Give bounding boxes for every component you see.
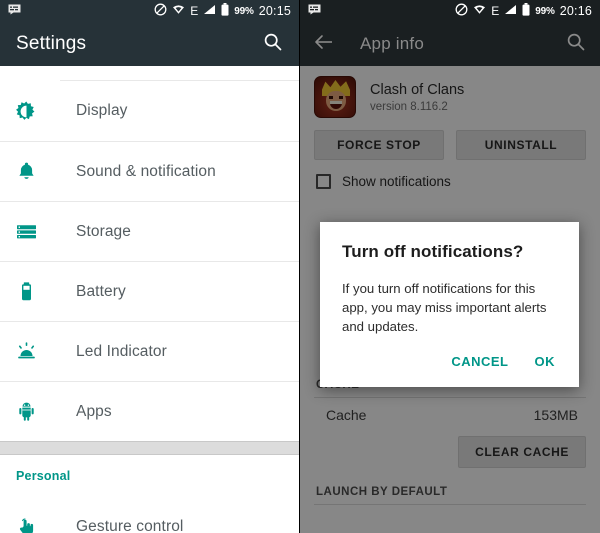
- dual-screenshot-container: E 99% 20:15 Settings Display Sound & not…: [0, 0, 600, 533]
- android-robot-icon: [16, 401, 50, 422]
- bell-icon: [16, 161, 50, 182]
- app-info-content: Clash of Clans version 8.116.2 FORCE STO…: [300, 66, 600, 533]
- sidebar-item-label: Gesture control: [76, 518, 184, 533]
- settings-app-bar: Settings: [0, 22, 299, 66]
- battery-percent-label: 99%: [535, 5, 555, 17]
- sidebar-item-gesture-control[interactable]: Gesture control: [0, 497, 299, 533]
- sidebar-item-label: Sound & notification: [76, 162, 216, 180]
- section-header-personal: Personal: [16, 469, 71, 483]
- status-bar-left: E 99% 20:15: [0, 0, 299, 22]
- sidebar-item-sound-notification[interactable]: Sound & notification: [0, 141, 299, 201]
- storage-icon: [16, 221, 50, 242]
- wifi-icon: [172, 4, 185, 18]
- do-not-disturb-icon: [455, 3, 468, 19]
- app-info-screen: E 99% 20:16 App info Clash of Clans vers…: [300, 0, 600, 533]
- message-bubble-icon: [8, 4, 21, 18]
- do-not-disturb-icon: [154, 3, 167, 19]
- back-arrow-icon[interactable]: [314, 33, 334, 56]
- ok-button[interactable]: OK: [535, 354, 556, 369]
- battery-icon: [16, 281, 50, 302]
- search-icon[interactable]: [566, 32, 586, 57]
- sidebar-item-storage[interactable]: Storage: [0, 201, 299, 261]
- signal-bars-icon: [504, 4, 517, 18]
- sidebar-item-label: Storage: [76, 222, 131, 240]
- sidebar-item-display[interactable]: Display: [0, 81, 299, 141]
- brightness-icon: [16, 101, 50, 122]
- network-type-label: E: [190, 4, 199, 18]
- search-icon[interactable]: [263, 32, 283, 57]
- settings-list[interactable]: Display Sound & notification Storage Bat…: [0, 66, 299, 533]
- dialog-message: If you turn off notifications for this a…: [342, 281, 547, 334]
- app-info-app-bar: App info: [300, 22, 600, 66]
- sidebar-item-label: Led Indicator: [76, 342, 167, 360]
- settings-screen: E 99% 20:15 Settings Display Sound & not…: [0, 0, 300, 533]
- led-light-icon: [16, 341, 50, 362]
- sidebar-item-apps[interactable]: Apps: [0, 381, 299, 441]
- cancel-button[interactable]: CANCEL: [451, 354, 508, 369]
- battery-full-icon: [221, 3, 229, 19]
- clock-label: 20:16: [559, 4, 592, 18]
- page-title: Settings: [16, 33, 87, 54]
- turn-off-notifications-dialog: Turn off notifications? If you turn off …: [320, 222, 579, 387]
- list-scroll-partial-row: [0, 66, 299, 80]
- sidebar-item-label: Apps: [76, 402, 112, 420]
- hand-gesture-icon: [16, 517, 50, 533]
- sidebar-item-led-indicator[interactable]: Led Indicator: [0, 321, 299, 381]
- signal-bars-icon: [203, 4, 216, 18]
- battery-percent-label: 99%: [234, 5, 254, 17]
- wifi-icon: [473, 4, 486, 18]
- list-section-separator: [0, 441, 299, 455]
- dialog-title: Turn off notifications?: [342, 242, 524, 261]
- clock-label: 20:15: [258, 4, 291, 18]
- status-bar-right: E 99% 20:16: [300, 0, 600, 22]
- message-bubble-icon: [308, 4, 321, 18]
- network-type-label: E: [491, 4, 500, 18]
- page-title: App info: [360, 34, 424, 53]
- dialog-actions: CANCEL OK: [342, 336, 557, 383]
- sidebar-item-label: Battery: [76, 282, 126, 300]
- battery-full-icon: [522, 3, 530, 19]
- sidebar-item-battery[interactable]: Battery: [0, 261, 299, 321]
- sidebar-item-label: Display: [76, 102, 128, 119]
